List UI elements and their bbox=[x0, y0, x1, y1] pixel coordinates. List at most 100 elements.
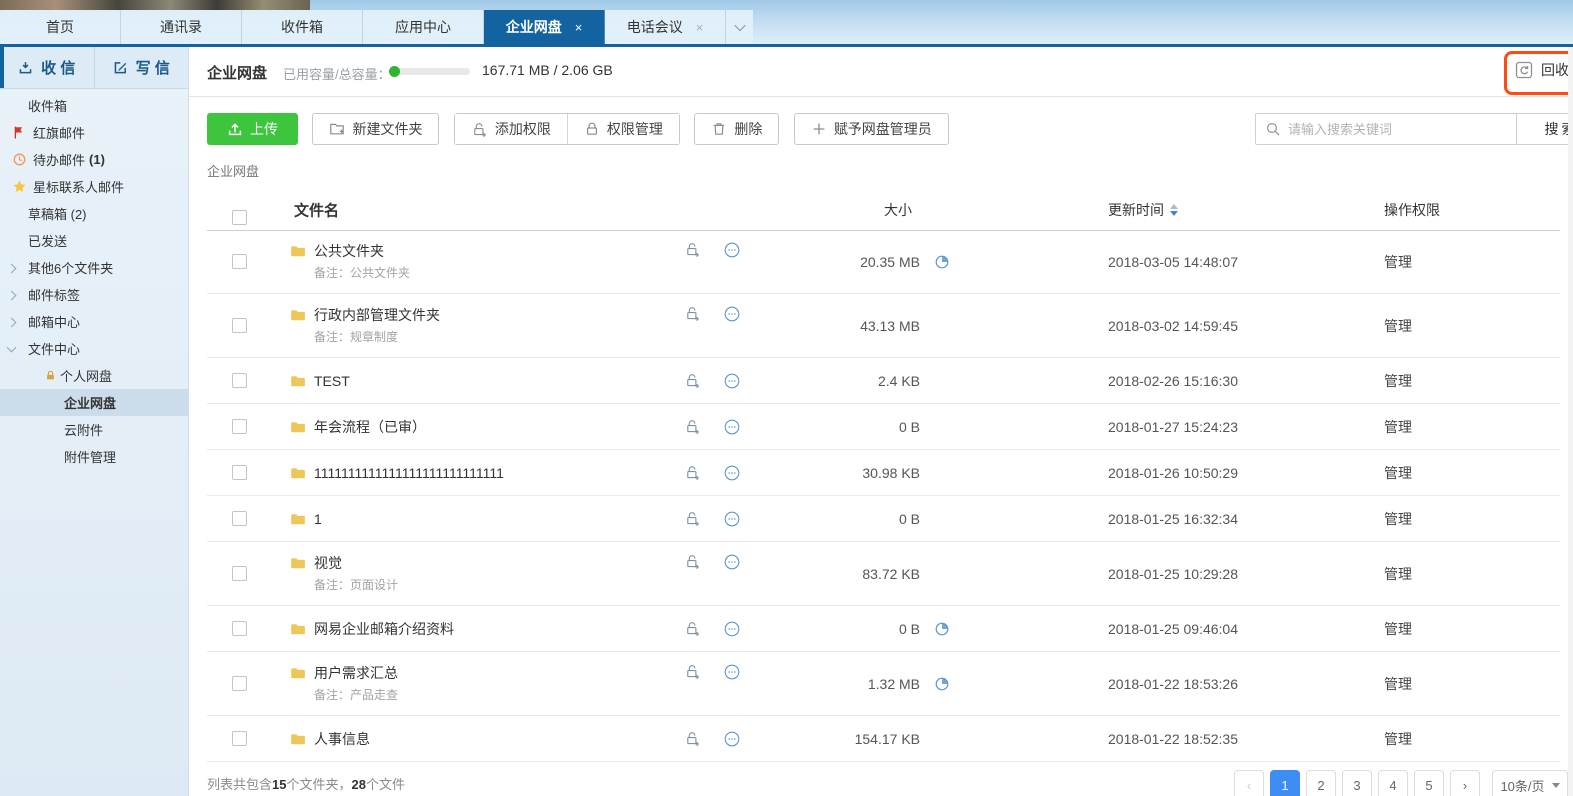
vertical-scrollbar[interactable] bbox=[1568, 47, 1573, 796]
search-input[interactable] bbox=[1255, 113, 1517, 145]
row-checkbox[interactable] bbox=[232, 731, 247, 746]
add-permission-row-icon[interactable] bbox=[684, 418, 701, 435]
file-name[interactable]: 网易企业邮箱介绍资料 bbox=[314, 619, 454, 639]
sidebar-item-enterprise-disk[interactable]: 企业网盘 bbox=[0, 389, 188, 416]
chevron-down-icon[interactable] bbox=[7, 343, 17, 353]
pagination-prev[interactable]: ‹ bbox=[1234, 770, 1264, 796]
table-row[interactable]: 行政内部管理文件夹 备注：规章制度 43.13 MB 2018-03-02 14… bbox=[207, 294, 1560, 358]
file-name[interactable]: 行政内部管理文件夹 bbox=[314, 305, 440, 325]
breadcrumb[interactable]: 企业网盘 bbox=[207, 161, 259, 180]
add-permission-row-icon[interactable] bbox=[684, 730, 701, 747]
more-actions-icon[interactable] bbox=[723, 305, 741, 323]
tab-conference-call[interactable]: 电话会议× bbox=[605, 10, 726, 44]
column-updated[interactable]: 更新时间 bbox=[1108, 200, 1178, 220]
row-checkbox[interactable] bbox=[232, 419, 247, 434]
table-row[interactable]: 网易企业邮箱介绍资料 0 B 2018-01-25 09:46:04 管理 bbox=[207, 606, 1560, 652]
delete-button[interactable]: 删除 bbox=[694, 113, 779, 145]
add-permission-row-icon[interactable] bbox=[684, 553, 701, 570]
page-3[interactable]: 3 bbox=[1342, 770, 1372, 796]
more-actions-icon[interactable] bbox=[723, 553, 741, 571]
table-row[interactable]: 人事信息 154.17 KB 2018-01-22 18:52:35 管理 bbox=[207, 716, 1560, 762]
row-checkbox[interactable] bbox=[232, 465, 247, 480]
file-name[interactable]: 视觉 bbox=[314, 553, 342, 573]
add-permission-row-icon[interactable] bbox=[684, 305, 701, 322]
file-name[interactable]: 公共文件夹 bbox=[314, 241, 384, 261]
more-actions-icon[interactable] bbox=[723, 663, 741, 681]
sidebar-item-mail-tags[interactable]: 邮件标签 bbox=[0, 281, 188, 308]
row-checkbox[interactable] bbox=[232, 511, 247, 526]
more-actions-icon[interactable] bbox=[723, 372, 741, 390]
table-row[interactable]: 1111111111111111111111111111 30.98 KB 20… bbox=[207, 450, 1560, 496]
sidebar-item-inbox[interactable]: 收件箱 bbox=[0, 92, 188, 119]
table-row[interactable]: 1 0 B 2018-01-25 16:32:34 管理 bbox=[207, 496, 1560, 542]
receive-mail-button[interactable]: 收 信 bbox=[0, 47, 94, 88]
add-permission-row-icon[interactable] bbox=[684, 372, 701, 389]
file-name[interactable]: 用户需求汇总 bbox=[314, 663, 398, 683]
sidebar-item-personal-disk[interactable]: 个人网盘 bbox=[0, 362, 188, 389]
chevron-right-icon[interactable] bbox=[7, 318, 17, 328]
tab-inbox[interactable]: 收件箱 bbox=[242, 10, 363, 44]
sidebar-item-flagged-mail[interactable]: 红旗邮件 bbox=[0, 119, 188, 146]
tab-overflow-button[interactable] bbox=[726, 10, 753, 44]
row-checkbox[interactable] bbox=[232, 621, 247, 636]
pagination-next[interactable]: › bbox=[1450, 770, 1480, 796]
sidebar-item-attachment-mgmt[interactable]: 附件管理 bbox=[0, 443, 188, 470]
row-checkbox[interactable] bbox=[232, 676, 247, 691]
sidebar-item-starred-contacts-mail[interactable]: 星标联系人邮件 bbox=[0, 173, 188, 200]
sidebar-item-mailbox-center[interactable]: 邮箱中心 bbox=[0, 308, 188, 335]
table-row[interactable]: 公共文件夹 备注：公共文件夹 20.35 MB 2018-03-05 14:48… bbox=[207, 230, 1560, 294]
more-actions-icon[interactable] bbox=[723, 730, 741, 748]
select-all-checkbox[interactable] bbox=[232, 210, 247, 225]
sidebar-item-file-center[interactable]: 文件中心 bbox=[0, 335, 188, 362]
file-name[interactable]: TEST bbox=[314, 373, 350, 389]
tab-home[interactable]: 首页 bbox=[0, 10, 121, 44]
search-button[interactable]: 搜索 bbox=[1517, 113, 1573, 145]
add-permission-row-icon[interactable] bbox=[684, 663, 701, 680]
page-1[interactable]: 1 bbox=[1270, 770, 1300, 796]
more-actions-icon[interactable] bbox=[723, 241, 741, 259]
upload-button[interactable]: 上传 bbox=[207, 113, 298, 145]
tab-app-center[interactable]: 应用中心 bbox=[363, 10, 484, 44]
more-actions-icon[interactable] bbox=[723, 510, 741, 528]
page-5[interactable]: 5 bbox=[1414, 770, 1444, 796]
more-actions-icon[interactable] bbox=[723, 418, 741, 436]
sidebar-item-drafts[interactable]: 草稿箱 (2) bbox=[0, 200, 188, 227]
new-folder-button[interactable]: 新建文件夹 bbox=[312, 113, 439, 145]
more-actions-icon[interactable] bbox=[723, 464, 741, 482]
page-2[interactable]: 2 bbox=[1306, 770, 1336, 796]
row-checkbox[interactable] bbox=[232, 318, 247, 333]
table-row[interactable]: 视觉 备注：页面设计 83.72 KB 2018-01-25 10:29:28 … bbox=[207, 542, 1560, 606]
table-row[interactable]: 年会流程（已审） 0 B 2018-01-27 15:24:23 管理 bbox=[207, 404, 1560, 450]
capacity-pie-icon[interactable] bbox=[934, 621, 950, 637]
table-row[interactable]: TEST 2.4 KB 2018-02-26 15:16:30 管理 bbox=[207, 358, 1560, 404]
file-name[interactable]: 1 bbox=[314, 511, 322, 527]
add-permission-row-icon[interactable] bbox=[684, 241, 701, 258]
compose-mail-button[interactable]: 写 信 bbox=[94, 47, 189, 88]
add-permission-row-icon[interactable] bbox=[684, 510, 701, 527]
capacity-pie-icon[interactable] bbox=[934, 254, 950, 270]
permission-mgmt-button[interactable]: 权限管理 bbox=[567, 114, 679, 144]
sidebar-item-other-folders[interactable]: 其他6个文件夹 bbox=[0, 254, 188, 281]
row-checkbox[interactable] bbox=[232, 566, 247, 581]
page-4[interactable]: 4 bbox=[1378, 770, 1408, 796]
table-row[interactable]: 用户需求汇总 备注：产品走查 1.32 MB 2018-01-22 18:53:… bbox=[207, 652, 1560, 716]
sidebar-item-todo-mail[interactable]: 待办邮件(1) bbox=[0, 146, 188, 173]
sidebar-item-cloud-attachment[interactable]: 云附件 bbox=[0, 416, 188, 443]
row-checkbox[interactable] bbox=[232, 254, 247, 269]
page-size-select[interactable]: 10条/页 bbox=[1492, 770, 1568, 796]
row-checkbox[interactable] bbox=[232, 373, 247, 388]
capacity-pie-icon[interactable] bbox=[934, 676, 950, 692]
file-name[interactable]: 1111111111111111111111111111 bbox=[314, 465, 504, 481]
add-permission-button[interactable]: 添加权限 bbox=[455, 114, 567, 144]
sort-icon[interactable] bbox=[1170, 204, 1178, 216]
tab-contacts[interactable]: 通讯录 bbox=[121, 10, 242, 44]
add-permission-row-icon[interactable] bbox=[684, 464, 701, 481]
tab-enterprise-disk[interactable]: 企业网盘× bbox=[484, 10, 605, 44]
more-actions-icon[interactable] bbox=[723, 620, 741, 638]
file-name[interactable]: 年会流程（已审） bbox=[314, 417, 426, 437]
chevron-right-icon[interactable] bbox=[7, 291, 17, 301]
tab-close-icon[interactable]: × bbox=[575, 20, 583, 35]
sidebar-item-sent[interactable]: 已发送 bbox=[0, 227, 188, 254]
grant-admin-button[interactable]: 赋予网盘管理员 bbox=[794, 113, 949, 145]
file-name[interactable]: 人事信息 bbox=[314, 729, 370, 749]
